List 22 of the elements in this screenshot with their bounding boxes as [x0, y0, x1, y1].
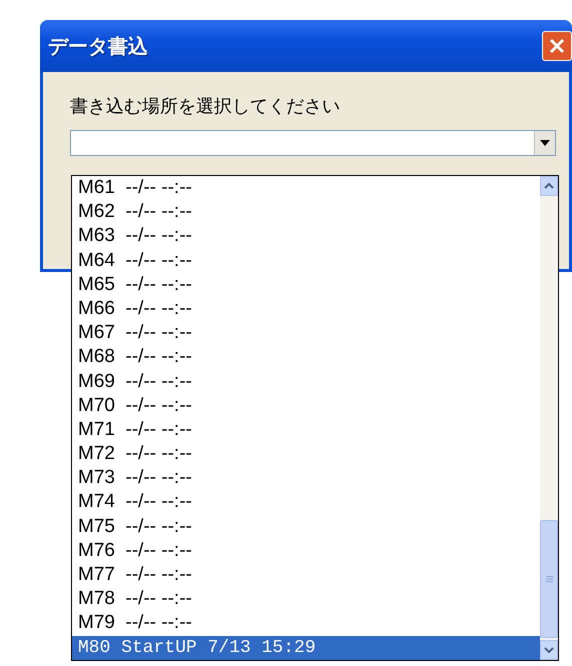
list-item[interactable]: M72 --/-- --:--	[72, 442, 540, 466]
prompt-label: 書き込む場所を選択してください	[70, 95, 341, 118]
list-item[interactable]: M74 --/-- --:--	[72, 490, 540, 515]
list-item[interactable]: M65 --/-- --:--	[72, 272, 540, 297]
list-item[interactable]: M73 --/-- --:--	[72, 466, 540, 490]
list-item[interactable]: M66 --/-- --:--	[72, 296, 540, 322]
window-title: データ書込	[48, 32, 148, 60]
list-item[interactable]: M78 --/-- --:--	[72, 587, 540, 612]
list-item[interactable]: M76 --/-- --:--	[72, 538, 540, 563]
list-item[interactable]: M69 --/-- --:--	[72, 370, 540, 394]
list-item[interactable]: M77 --/-- --:--	[72, 563, 540, 588]
list-item[interactable]: M79 --/-- --:--	[72, 611, 540, 636]
list-item[interactable]: M67 --/-- --:--	[72, 321, 540, 346]
list-item[interactable]: M70 --/-- --:--	[72, 394, 540, 418]
list-item[interactable]: M80 StartUP 7/13 15:29	[72, 636, 540, 660]
list-item[interactable]: M61 --/-- --:--	[72, 176, 540, 200]
list-item[interactable]: M68 --/-- --:--	[72, 345, 540, 370]
list-item[interactable]: M71 --/-- --:--	[72, 418, 540, 442]
list-item[interactable]: M62 --/-- --:--	[72, 200, 540, 224]
list-item[interactable]: M63 --/-- --:--	[72, 224, 540, 249]
list-item[interactable]: M64 --/-- --:--	[72, 248, 540, 273]
list-item[interactable]: M75 --/-- --:--	[72, 514, 540, 539]
